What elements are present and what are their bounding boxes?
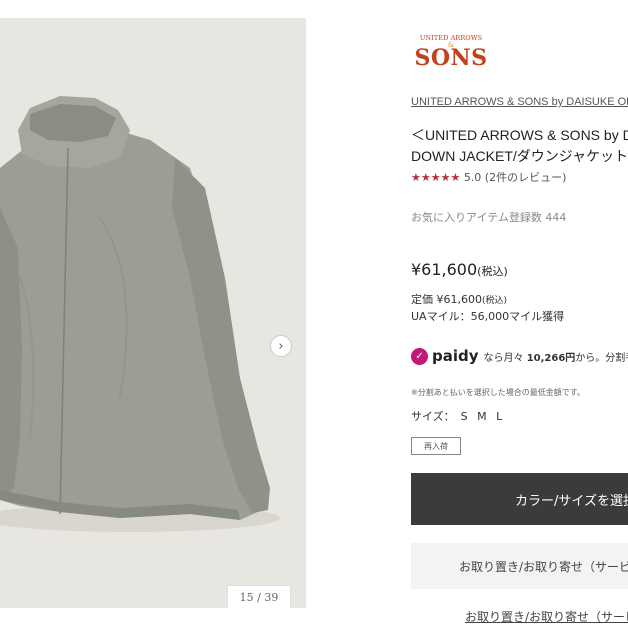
size-label: サイズ： bbox=[411, 410, 455, 423]
paidy-text: なら月々 10,266円から。分割手数料無料 bbox=[484, 349, 628, 364]
paidy-text-post: から。分割手数料無料 bbox=[575, 352, 628, 364]
price-value: ¥61,600 bbox=[411, 260, 478, 279]
product-title-line2: DOWN JACKET/ダウンジャケット bbox=[411, 148, 628, 164]
hold-order-button[interactable]: お取り置き/お取り寄せ（サービスについて） bbox=[411, 543, 628, 589]
logo-text-main: SONS bbox=[414, 45, 488, 71]
product-info-panel: UNITED ARROWS & SONS UNITED ARROWS & SON… bbox=[411, 0, 628, 628]
installment-note: ※分割あと払いを選択した場合の最低金額です。 bbox=[411, 388, 585, 397]
rating-text: 5.0 (2件のレビュー) bbox=[463, 171, 567, 184]
product-title: ＜UNITED ARROWS & SONS by DAISUKE OBANA＞ … bbox=[411, 125, 628, 167]
product-rating[interactable]: ★★★★★ 5.0 (2件のレビュー) bbox=[411, 169, 566, 185]
size-values: S M L bbox=[460, 410, 506, 423]
product-image-gallery[interactable]: › 15 / 39 bbox=[0, 18, 306, 608]
list-price-value: 定価 ¥61,600 bbox=[411, 293, 482, 306]
image-counter: 15 / 39 bbox=[227, 585, 291, 608]
paidy-wordmark: paidy bbox=[432, 347, 479, 365]
restock-badge: 再入荷 bbox=[411, 437, 461, 455]
star-rating-icon: ★★★★★ bbox=[411, 171, 461, 184]
favorite-count: お気に入りアイテム登録数 444 bbox=[411, 211, 567, 224]
ua-miles: UAマイル：56,000マイル獲得 bbox=[411, 310, 565, 323]
size-row: サイズ： S M L bbox=[411, 408, 505, 424]
paidy-installment-info[interactable]: ✓ paidy なら月々 10,266円から。分割手数料無料 bbox=[411, 347, 628, 365]
product-photo-down-jacket bbox=[0, 18, 306, 608]
next-image-button[interactable]: › bbox=[270, 335, 292, 357]
paidy-text-pre: なら月々 bbox=[483, 352, 524, 364]
brand-link[interactable]: UNITED ARROWS & SONS by DAISUKE OBANA bbox=[411, 96, 628, 108]
hold-order-link[interactable]: お取り置き/お取り寄せ（サービスについて） bbox=[465, 608, 628, 625]
product-title-line1: ＜UNITED ARROWS & SONS by DAISUKE OBANA＞ bbox=[411, 127, 628, 143]
select-color-size-button[interactable]: カラー/サイズを選択 bbox=[411, 473, 628, 525]
chevron-right-icon: › bbox=[278, 338, 284, 354]
paidy-logo-icon: ✓ bbox=[411, 347, 428, 365]
price: ¥61,600(税込) bbox=[411, 260, 508, 279]
paidy-amount: 10,266円 bbox=[526, 352, 576, 364]
list-price-tax-label: (税込) bbox=[481, 296, 508, 306]
brand-logo[interactable]: UNITED ARROWS & SONS bbox=[411, 34, 491, 71]
list-price: 定価 ¥61,600(税込) bbox=[411, 291, 507, 307]
price-tax-label: (税込) bbox=[477, 265, 508, 278]
